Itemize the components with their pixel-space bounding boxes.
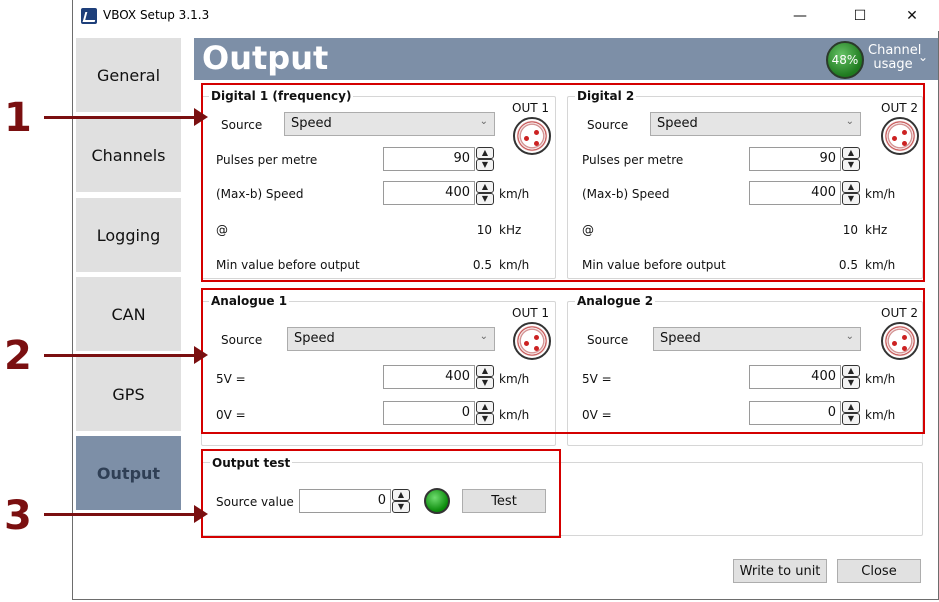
annotation-arrow-1 xyxy=(44,116,194,119)
close-icon: ✕ xyxy=(906,7,918,24)
sidebar-item-channels[interactable]: Channels xyxy=(76,118,181,194)
channel-usage-label[interactable]: Channel usage xyxy=(868,44,921,72)
channel-usage-indicator[interactable]: 48% xyxy=(826,41,864,79)
annotation-marker-1: 1 xyxy=(4,95,32,141)
minimize-button[interactable]: — xyxy=(777,0,823,31)
sidebar-item-logging[interactable]: Logging xyxy=(76,198,181,274)
page-title: Output xyxy=(202,39,329,77)
annotation-arrow-2 xyxy=(44,354,194,357)
highlight-box-output-test xyxy=(201,449,561,538)
arrow-head-icon xyxy=(194,346,208,364)
sidebar-item-output[interactable]: Output xyxy=(76,436,181,512)
annotation-marker-3: 3 xyxy=(4,493,32,539)
close-button[interactable]: Close xyxy=(837,559,921,583)
highlight-box-digital xyxy=(201,83,925,282)
vbox-app-icon xyxy=(81,8,97,24)
chevron-down-icon[interactable]: ⌄ xyxy=(918,50,928,64)
minimize-icon: — xyxy=(793,7,807,24)
sidebar: General Channels Logging CAN GPS Output xyxy=(76,38,182,516)
screenshot-root: VBOX Setup 3.1.3 — ☐ ✕ General Channels … xyxy=(0,0,939,602)
annotation-marker-2: 2 xyxy=(4,333,32,379)
window-title: VBOX Setup 3.1.3 xyxy=(103,8,210,22)
maximize-icon: ☐ xyxy=(853,7,867,24)
close-window-button[interactable]: ✕ xyxy=(889,0,935,31)
write-to-unit-button[interactable]: Write to unit xyxy=(733,559,827,583)
highlight-box-analogue xyxy=(201,288,925,434)
sidebar-item-gps[interactable]: GPS xyxy=(76,357,181,433)
sidebar-item-can[interactable]: CAN xyxy=(76,277,181,353)
annotation-arrow-3 xyxy=(44,513,194,516)
arrow-head-icon xyxy=(194,108,208,126)
sidebar-item-general[interactable]: General xyxy=(76,38,181,114)
arrow-head-icon xyxy=(194,505,208,523)
title-bar: VBOX Setup 3.1.3 — ☐ ✕ xyxy=(73,0,939,31)
maximize-button[interactable]: ☐ xyxy=(837,0,883,31)
page-header: Output 48% Channel usage ⌄ xyxy=(194,38,938,80)
